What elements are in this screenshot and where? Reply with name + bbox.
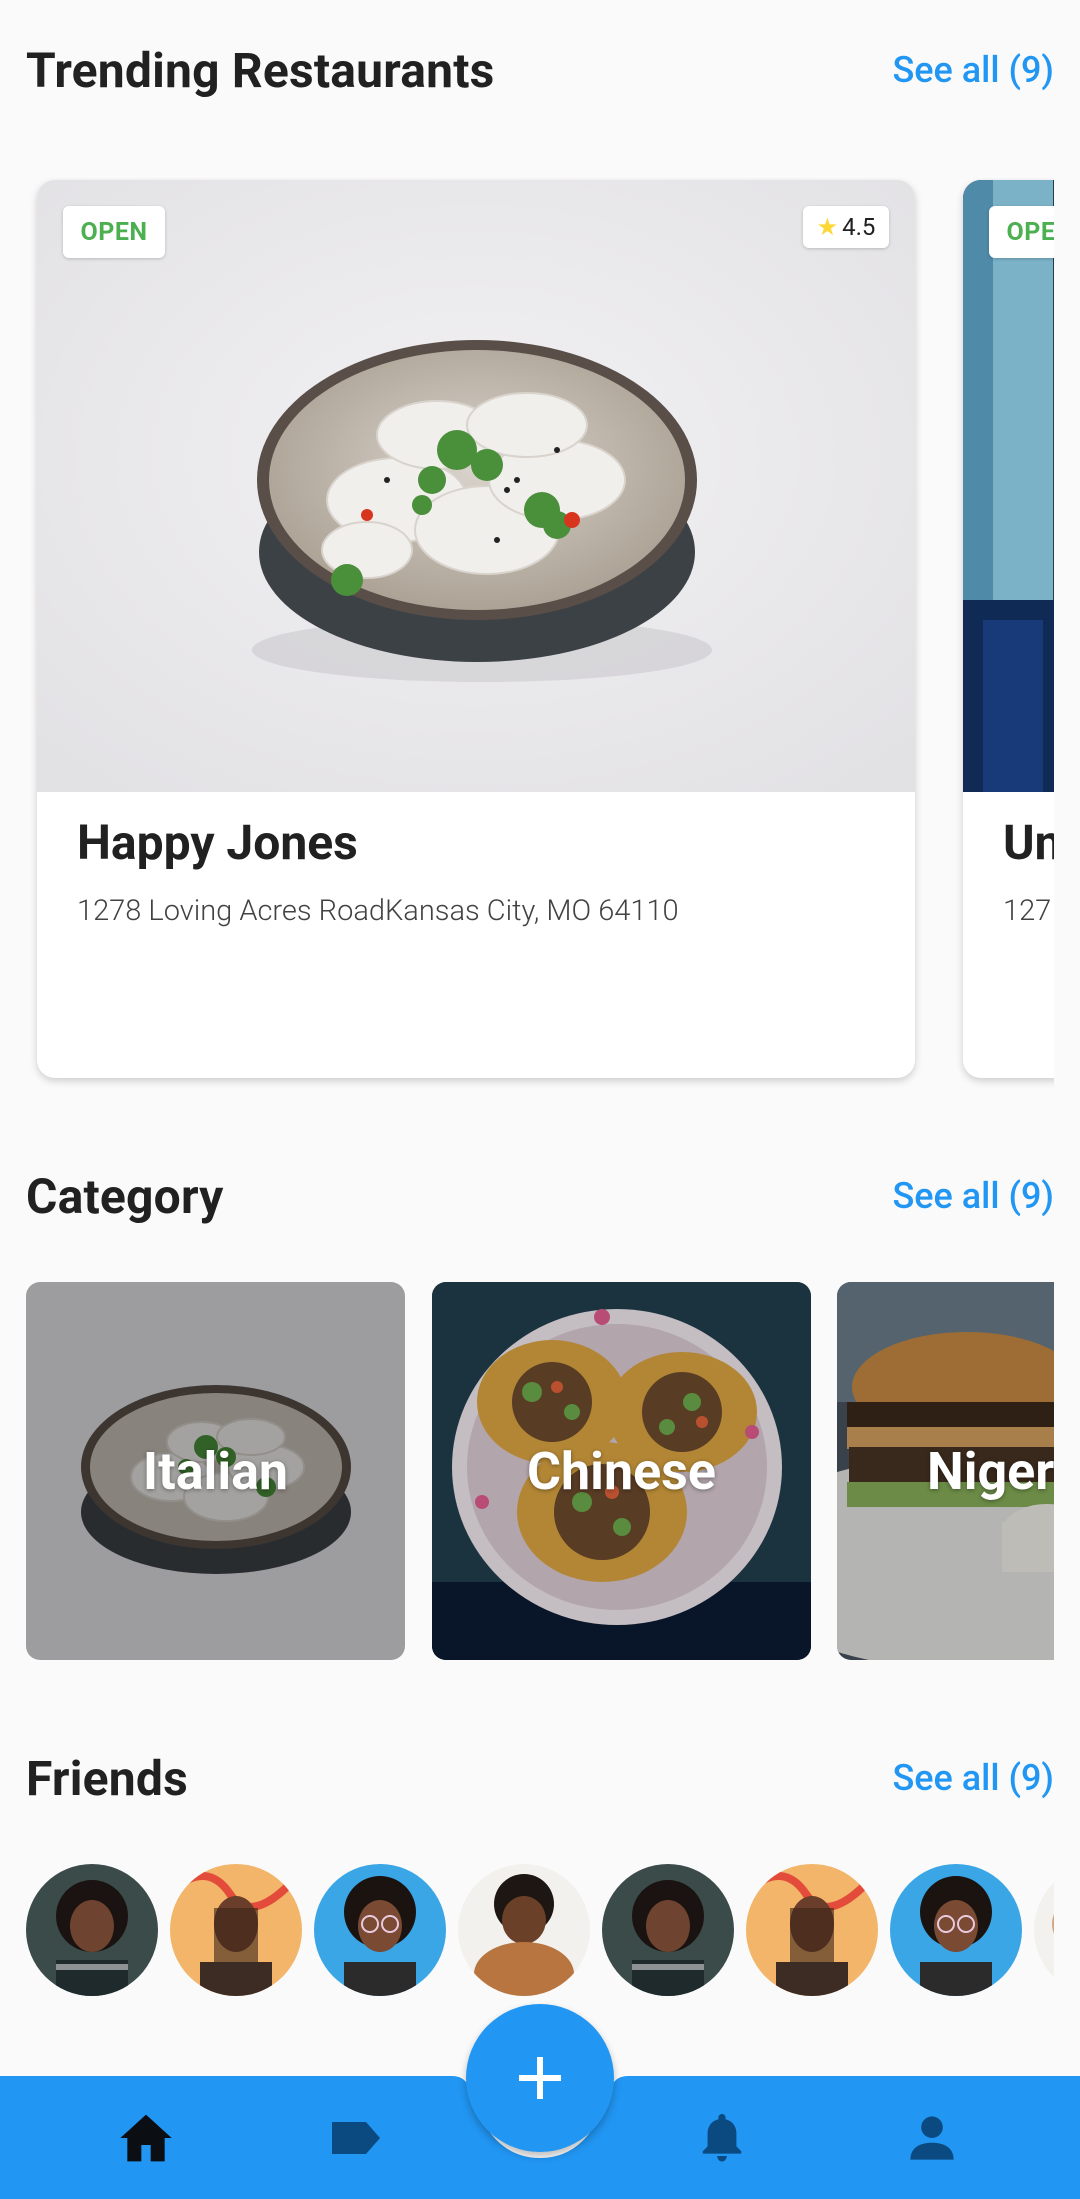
- friend-avatar[interactable]: [746, 1864, 878, 1996]
- friends-carousel[interactable]: [0, 1864, 1054, 2000]
- friends-title: Friends: [26, 1749, 188, 1807]
- category-card-nigerian[interactable]: Nigerian: [837, 1282, 1054, 1660]
- friend-avatar[interactable]: [890, 1864, 1022, 1996]
- bell-icon[interactable]: [690, 2106, 754, 2170]
- trending-see-all-link[interactable]: See all (9): [892, 49, 1054, 91]
- home-icon[interactable]: [114, 2106, 178, 2170]
- restaurant-card[interactable]: OPEN Un 127: [963, 180, 1054, 1078]
- friends-header: Friends See all (9): [26, 1746, 1054, 1810]
- category-label: Nigerian: [927, 1440, 1054, 1502]
- plus-icon: [519, 2057, 561, 2099]
- friend-avatar[interactable]: [602, 1864, 734, 1996]
- category-carousel[interactable]: Italian Chinese Niger: [0, 1282, 1054, 1662]
- rating-value: 4.5: [842, 213, 876, 241]
- friend-avatar[interactable]: [26, 1864, 158, 1996]
- trending-header: Trending Restaurants See all (9): [26, 38, 1054, 102]
- friend-avatar[interactable]: [170, 1864, 302, 1996]
- open-status-badge: OPEN: [989, 206, 1054, 258]
- friend-avatar[interactable]: [458, 1864, 590, 1996]
- category-header: Category See all (9): [26, 1164, 1054, 1228]
- restaurant-name: Un: [1003, 814, 1054, 871]
- category-see-all-link[interactable]: See all (9): [892, 1175, 1054, 1217]
- open-status-badge: OPEN: [63, 206, 165, 258]
- tag-icon[interactable]: [324, 2106, 388, 2170]
- person-icon[interactable]: [900, 2106, 964, 2170]
- trending-title: Trending Restaurants: [26, 41, 495, 99]
- category-card-chinese[interactable]: Chinese: [432, 1282, 811, 1660]
- restaurant-address: 1278 Loving Acres RoadKansas City, MO 64…: [77, 894, 679, 928]
- restaurant-image: [37, 180, 915, 792]
- category-card-italian[interactable]: Italian: [26, 1282, 405, 1660]
- category-label: Chinese: [527, 1440, 716, 1502]
- restaurant-card[interactable]: OPEN ★ 4.5 Happy Jones 1278 Loving Acres…: [37, 180, 915, 1078]
- star-icon: ★: [816, 213, 839, 241]
- restaurant-image: [963, 180, 1054, 792]
- friend-avatar[interactable]: [1034, 1864, 1054, 1996]
- rating-badge: ★ 4.5: [803, 206, 889, 248]
- restaurant-address: 127: [1003, 894, 1052, 928]
- friend-avatar[interactable]: [314, 1864, 446, 1996]
- add-fab-button[interactable]: [466, 2004, 614, 2152]
- trending-carousel[interactable]: OPEN ★ 4.5 Happy Jones 1278 Loving Acres…: [0, 178, 1054, 1090]
- home-screen: Trending Restaurants See all (9) OPEN ★ …: [0, 0, 1080, 2199]
- friends-see-all-link[interactable]: See all (9): [892, 1757, 1054, 1799]
- restaurant-name: Happy Jones: [77, 814, 358, 871]
- category-title: Category: [26, 1167, 224, 1225]
- category-label: Italian: [142, 1440, 289, 1502]
